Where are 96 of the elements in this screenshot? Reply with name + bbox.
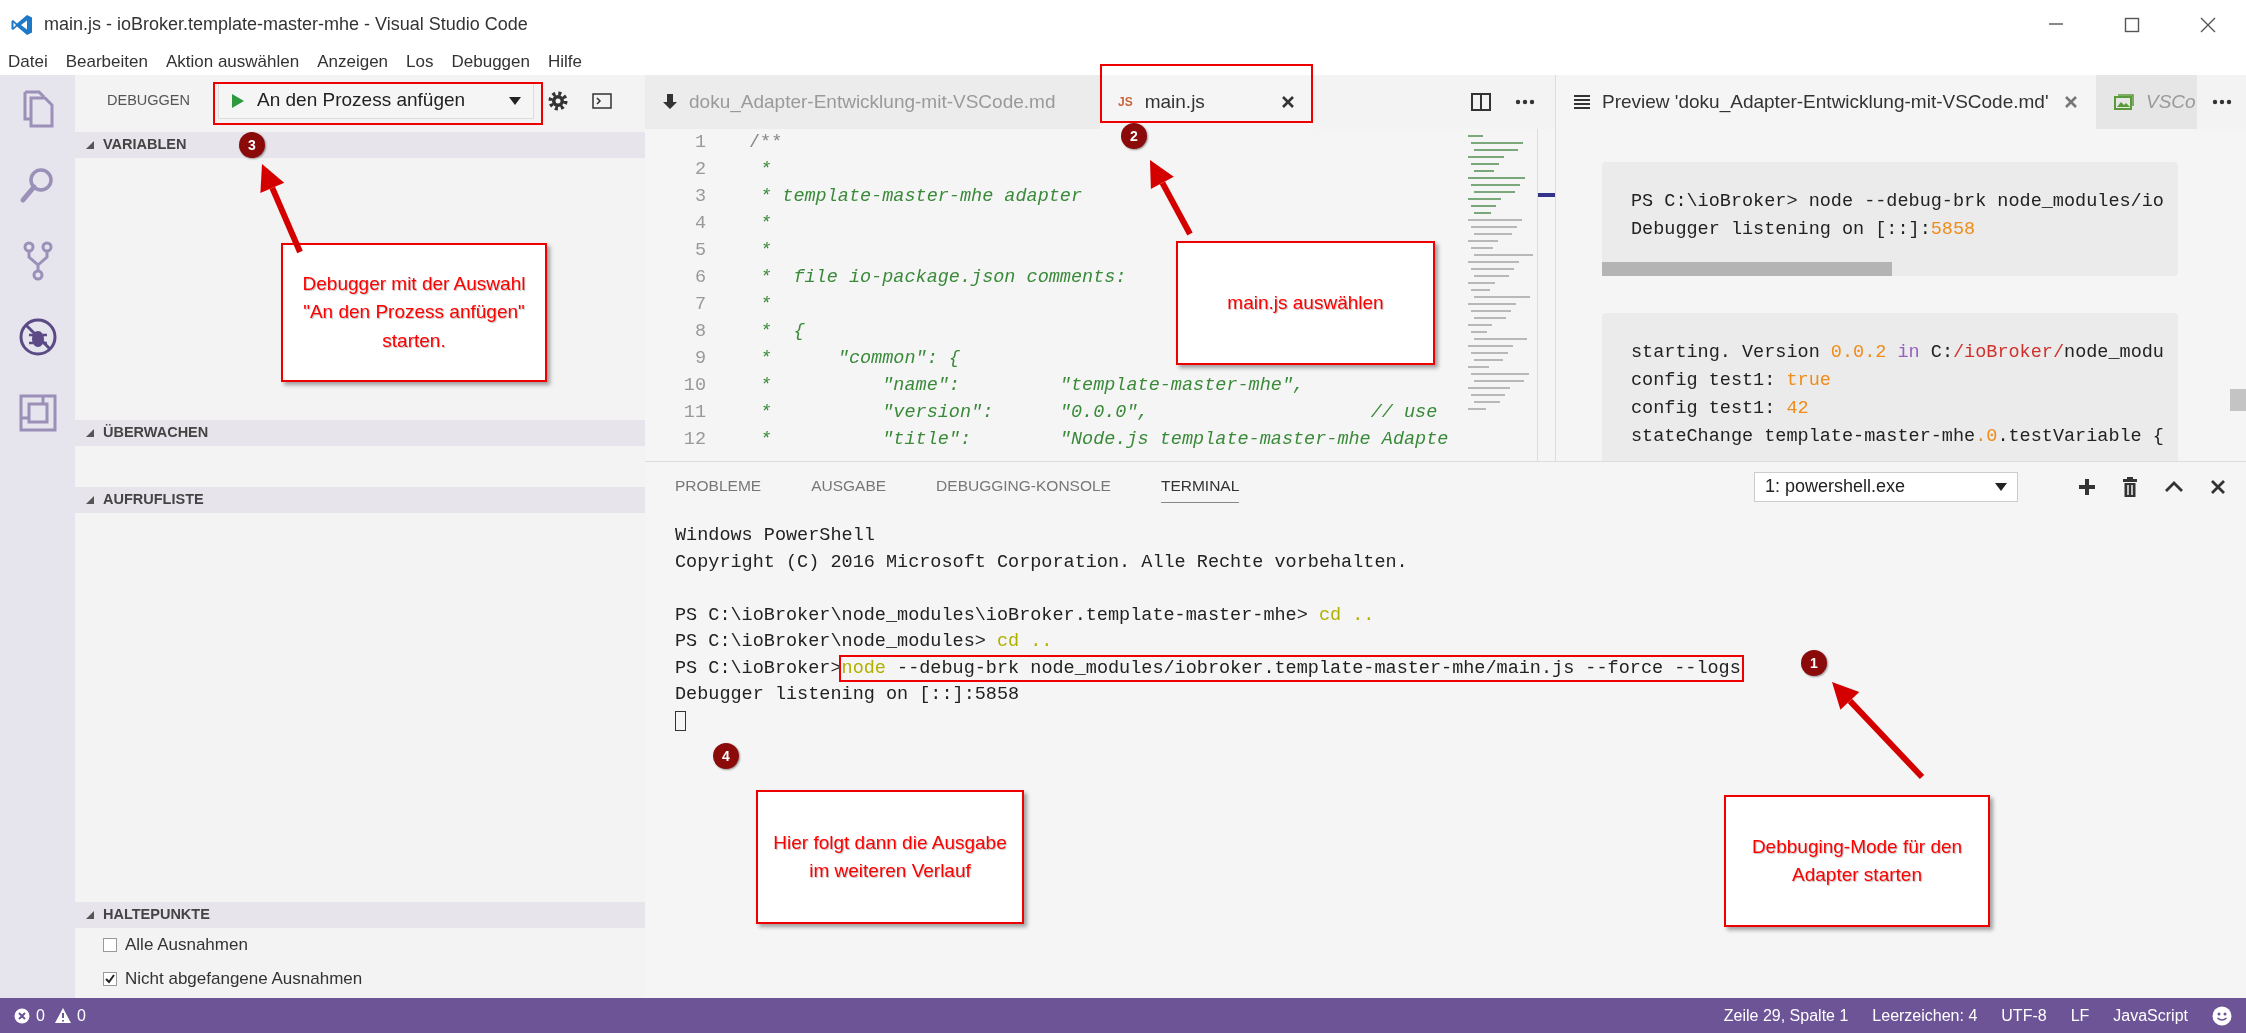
panel-tab[interactable]: AUSGABE (811, 470, 887, 503)
terminal-select[interactable]: 1: powershell.exe (1754, 471, 2018, 502)
panel-tab[interactable]: DEBUGGING-KONSOLE (936, 470, 1111, 503)
terminal-line: PS C:\ioBroker\node_modules> cd .. (675, 630, 1054, 654)
js-file-icon: JS (1118, 93, 1133, 111)
code-line: * { (759, 320, 805, 344)
code-line: config test1: 42 (1631, 397, 1810, 421)
terminal-line: Debugger listening on [::]:5858 (675, 683, 1021, 707)
more-icon[interactable] (1515, 99, 1535, 105)
code-line: Debugger listening on [::]:5858 (1631, 218, 1977, 242)
callout: Debugger mit der Auswahl "An den Prozess anfügen" starten. (281, 243, 547, 382)
maximize-icon[interactable] (2123, 15, 2141, 34)
code-line: * "name": "template-master-mhe", (759, 374, 1305, 398)
line-number: 8 (693, 320, 706, 344)
code-line: * (759, 239, 772, 263)
chevron-up-icon[interactable] (2164, 480, 2184, 493)
scroll-position-marker (1538, 192, 1555, 197)
status-item[interactable]: Zeile 29, Spalte 1 (1723, 1003, 1849, 1028)
callout: Hier folgt dann die Ausgabe im weiteren Verlauf (756, 790, 1024, 924)
menu-item[interactable]: Aktion auswählen (165, 49, 300, 75)
bug-icon[interactable] (17, 317, 58, 357)
terminal-line: Windows PowerShell (675, 524, 876, 548)
image-icon (2114, 94, 2134, 110)
checkbox[interactable] (103, 972, 117, 986)
status-item[interactable]: Leerzeichen: 4 (1872, 1003, 1978, 1028)
line-number: 4 (693, 212, 706, 236)
down-arrow-icon (663, 94, 677, 110)
code-line: * (759, 158, 772, 182)
callout: Debbuging-Mode für den Adapter starten (1724, 795, 1990, 927)
code-line: * "common": { (759, 347, 960, 371)
split-editor-icon[interactable] (1471, 93, 1491, 111)
checkbox-label[interactable]: Nicht abgefangene Ausnahmen (125, 966, 363, 992)
code-line: * (759, 212, 772, 236)
code-line: * "version": "0.0.0", // use (759, 401, 1438, 425)
code-line: * template-master-mhe adapter (759, 185, 1083, 209)
line-number: 1 (693, 131, 706, 155)
code-line: starting. Version 0.0.2 in C:/ioBroker/node_modu (1631, 341, 2165, 365)
line-number: 10 (682, 374, 706, 398)
window-title: main.js - ioBroker.template-master-mhe - Visual Studio Code (44, 13, 528, 36)
close-icon[interactable] (1281, 95, 1295, 109)
terminal-cursor (675, 710, 686, 731)
caret-icon (509, 95, 521, 106)
code-line: * file io-package.json comments: (759, 266, 1127, 290)
play-icon (231, 92, 245, 109)
code-line: stateChange template-master-mhe.0.testVariable { (1631, 425, 2165, 449)
terminal-line: Copyright (C) 2016 Microsoft Corporation. Alle Rechte vorbehalten. (675, 550, 1409, 575)
callout: main.js auswählen (1176, 241, 1435, 365)
terminal-line: PS C:\ioBroker\node_modules\ioBroker.template-master-mhe> cd .. (675, 603, 1376, 628)
plus-icon[interactable] (2078, 477, 2096, 496)
line-number: 3 (693, 185, 706, 209)
section-header[interactable]: HALTEPUNKTE (75, 902, 645, 928)
line-number: 9 (693, 347, 706, 371)
panel-tab[interactable]: TERMINAL (1160, 470, 1240, 503)
more-icon[interactable] (2212, 99, 2232, 105)
menu-item[interactable]: Hilfe (547, 49, 582, 75)
code-line: config test1: true (1631, 369, 1832, 393)
list-icon (1574, 95, 1590, 109)
caret-icon (1995, 481, 2007, 492)
menu-item[interactable]: Datei (8, 49, 48, 75)
line-number: 11 (682, 401, 706, 425)
close-icon[interactable] (2199, 15, 2217, 34)
menu-item[interactable]: Bearbeiten (65, 49, 148, 75)
line-number: 6 (693, 266, 706, 290)
section-header[interactable]: ÜBERWACHEN (75, 420, 645, 446)
code-line: PS C:\ioBroker> node --debug-brk node_modules/io (1631, 190, 2165, 214)
panel-tab[interactable]: PROBLEME (675, 470, 762, 503)
line-number: 2 (693, 158, 706, 182)
scrollbar-thumb[interactable] (2230, 388, 2246, 411)
menu-item[interactable]: Anzeigen (317, 49, 389, 75)
error-icon[interactable] (14, 1007, 30, 1024)
status-item[interactable]: UTF-8 (2001, 1003, 2047, 1028)
configuration-dropdown[interactable]: An den Prozess anfügen (218, 82, 534, 119)
menu-item[interactable]: Debuggen (451, 49, 530, 75)
vscode-logo-icon (10, 12, 34, 37)
status-item[interactable]: JavaScript (2113, 1003, 2188, 1028)
code-line: /** (749, 131, 783, 155)
warning-count[interactable]: 0 (76, 1003, 86, 1028)
smiley-icon[interactable] (2212, 1005, 2232, 1026)
scrollbar-thumb[interactable] (1602, 262, 1892, 276)
line-number: 5 (693, 239, 706, 263)
line-number: 12 (682, 428, 706, 452)
warning-icon[interactable] (54, 1008, 71, 1023)
checkbox-label[interactable]: Alle Ausnahmen (125, 932, 248, 958)
code-line: * "title": "Node.js template-master-mhe Adapte (759, 428, 1449, 452)
menu-item[interactable]: Los (406, 49, 434, 75)
checkmark-icon (105, 974, 115, 984)
sidebar-title: DEBUGGEN (107, 90, 190, 110)
line-number: 7 (693, 293, 706, 317)
trash-icon[interactable] (2122, 476, 2138, 497)
section-header[interactable]: AUFRUFLISTE (75, 487, 645, 513)
status-item[interactable]: LF (2070, 1003, 2090, 1028)
code-line: * (759, 293, 772, 317)
error-count[interactable]: 0 (36, 1003, 45, 1028)
close-icon[interactable] (2210, 478, 2226, 495)
terminal-icon[interactable] (592, 92, 612, 109)
checkbox[interactable] (103, 938, 117, 952)
